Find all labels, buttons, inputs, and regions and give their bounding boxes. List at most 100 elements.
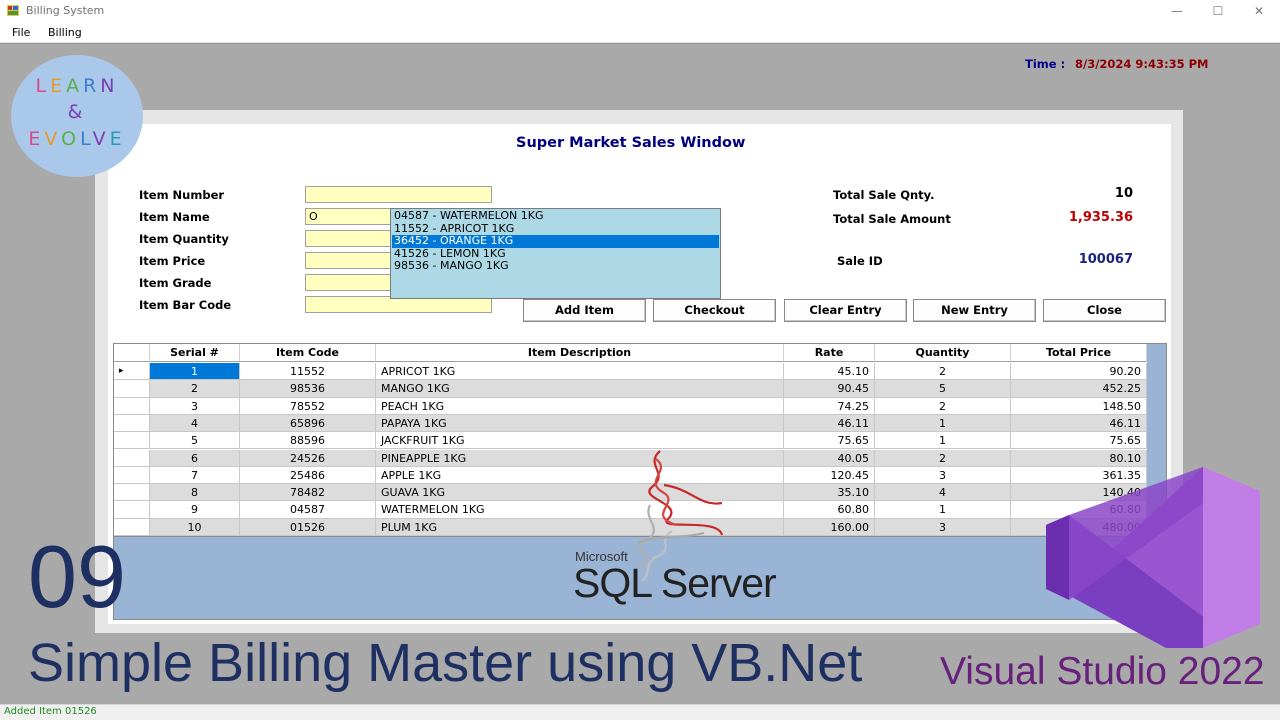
suggestion-item-selected[interactable]: 36452 - ORANGE 1KG (392, 234, 719, 248)
serial-cell[interactable]: 3 (150, 397, 240, 415)
table-row[interactable]: ▸ 1 11552 APRICOT 1KG 45.10 2 90.20 (114, 363, 1147, 381)
column-header-item-description[interactable]: Item Description (376, 344, 784, 362)
total-price-cell[interactable]: 452.25 (1011, 380, 1147, 398)
rate-cell[interactable]: 35.10 (784, 484, 875, 502)
rate-cell[interactable]: 74.25 (784, 397, 875, 415)
clear-entry-button[interactable]: Clear Entry (784, 299, 907, 322)
item-code-cell[interactable]: 24526 (240, 449, 376, 467)
item-code-cell[interactable]: 11552 (240, 363, 376, 381)
column-header-quantity[interactable]: Quantity (875, 344, 1011, 362)
quantity-cell[interactable]: 1 (875, 432, 1011, 450)
item-code-cell[interactable]: 78552 (240, 397, 376, 415)
menu-billing[interactable]: Billing (48, 26, 82, 39)
logo-line-ampersand: & (67, 101, 87, 123)
item-bar-code-label: Item Bar Code (139, 298, 232, 312)
app-icon (7, 5, 19, 16)
quantity-cell[interactable]: 2 (875, 449, 1011, 467)
sale-id-value: 100067 (1078, 252, 1133, 267)
rate-cell[interactable]: 120.45 (784, 466, 875, 485)
rate-cell[interactable]: 90.45 (784, 380, 875, 398)
learn-evolve-logo: LEARN & EVOLVE (11, 55, 143, 177)
total-price-cell[interactable]: 46.11 (1011, 414, 1147, 433)
suggestion-item[interactable]: 04587 - WATERMELON 1KG (392, 209, 719, 223)
quantity-cell[interactable]: 2 (875, 363, 1011, 381)
serial-cell[interactable]: 10 (150, 518, 240, 536)
serial-cell[interactable]: 5 (150, 432, 240, 450)
table-row[interactable]: 4 65896 PAPAYA 1KG 46.11 1 46.11 (114, 414, 1147, 433)
item-code-cell[interactable]: 04587 (240, 501, 376, 519)
grid-row-header-corner (114, 344, 150, 362)
serial-cell[interactable]: 9 (150, 501, 240, 519)
quantity-cell[interactable]: 2 (875, 397, 1011, 415)
row-header[interactable] (114, 397, 150, 415)
table-row[interactable]: 3 78552 PEACH 1KG 74.25 2 148.50 (114, 397, 1147, 415)
sql-brand-text: SQL Server (573, 560, 777, 606)
time-value: 8/3/2024 9:43:35 PM (1075, 57, 1209, 71)
logo-line-learn: LEARN (35, 75, 119, 97)
checkout-button[interactable]: Checkout (653, 299, 776, 322)
column-header-rate[interactable]: Rate (784, 344, 875, 362)
row-header[interactable] (114, 501, 150, 519)
menu-file[interactable]: File (12, 26, 30, 39)
item-code-cell[interactable]: 65896 (240, 414, 376, 433)
item-quantity-label: Item Quantity (139, 232, 229, 246)
item-code-cell[interactable]: 78482 (240, 484, 376, 502)
quantity-cell[interactable]: 5 (875, 380, 1011, 398)
quantity-cell[interactable]: 3 (875, 518, 1011, 536)
visual-studio-caption: Visual Studio 2022 (940, 650, 1265, 693)
item-code-cell[interactable]: 01526 (240, 518, 376, 536)
serial-cell[interactable]: 7 (150, 466, 240, 485)
item-description-cell[interactable]: PAPAYA 1KG (376, 414, 784, 433)
total-price-cell[interactable]: 75.65 (1011, 432, 1147, 450)
row-header[interactable] (114, 466, 150, 485)
item-number-label: Item Number (139, 188, 225, 202)
total-price-cell[interactable]: 148.50 (1011, 397, 1147, 415)
video-caption: Simple Billing Master using VB.Net (28, 633, 863, 693)
rate-cell[interactable]: 40.05 (784, 449, 875, 467)
total-price-cell[interactable]: 80.10 (1011, 449, 1147, 467)
item-code-cell[interactable]: 88596 (240, 432, 376, 450)
add-item-button[interactable]: Add Item (523, 299, 646, 322)
item-code-cell[interactable]: 98536 (240, 380, 376, 398)
item-number-input[interactable] (305, 186, 492, 203)
current-row-marker[interactable]: ▸ (114, 363, 150, 381)
quantity-cell[interactable]: 1 (875, 501, 1011, 519)
new-entry-button[interactable]: New Entry (913, 299, 1036, 322)
quantity-cell[interactable]: 3 (875, 466, 1011, 485)
serial-cell[interactable]: 8 (150, 484, 240, 502)
rate-cell[interactable]: 60.80 (784, 501, 875, 519)
quantity-cell[interactable]: 1 (875, 414, 1011, 433)
item-code-cell[interactable]: 25486 (240, 466, 376, 485)
quantity-cell[interactable]: 4 (875, 484, 1011, 502)
total-sale-amount-value: 1,935.36 (1068, 210, 1133, 225)
item-description-cell[interactable]: PEACH 1KG (376, 397, 784, 415)
rate-cell[interactable]: 46.11 (784, 414, 875, 433)
row-header[interactable] (114, 432, 150, 450)
close-window-button[interactable]: ✕ (1239, 0, 1279, 22)
serial-cell[interactable]: 1 (150, 363, 240, 381)
table-row[interactable]: 2 98536 MANGO 1KG 90.45 5 452.25 (114, 380, 1147, 398)
column-header-serial[interactable]: Serial # (150, 344, 240, 362)
rate-cell[interactable]: 160.00 (784, 518, 875, 536)
suggestion-item[interactable]: 98536 - MANGO 1KG (392, 259, 719, 273)
item-description-cell[interactable]: MANGO 1KG (376, 380, 784, 398)
row-header[interactable] (114, 449, 150, 467)
serial-cell[interactable]: 6 (150, 449, 240, 467)
close-button[interactable]: Close (1043, 299, 1166, 322)
episode-number: 09 (28, 527, 126, 626)
row-header[interactable] (114, 414, 150, 433)
item-description-cell[interactable]: APRICOT 1KG (376, 363, 784, 381)
total-price-cell[interactable]: 90.20 (1011, 363, 1147, 381)
rate-cell[interactable]: 45.10 (784, 363, 875, 381)
column-header-item-code[interactable]: Item Code (240, 344, 376, 362)
total-sale-amount-label: Total Sale Amount (833, 212, 951, 226)
maximize-button[interactable]: ☐ (1198, 0, 1238, 22)
column-header-total-price[interactable]: Total Price (1011, 344, 1147, 362)
serial-cell[interactable]: 2 (150, 380, 240, 398)
rate-cell[interactable]: 75.65 (784, 432, 875, 450)
window-title: Billing System (26, 4, 105, 17)
row-header[interactable] (114, 484, 150, 502)
serial-cell[interactable]: 4 (150, 414, 240, 433)
minimize-button[interactable]: — (1157, 0, 1197, 22)
row-header[interactable] (114, 380, 150, 398)
